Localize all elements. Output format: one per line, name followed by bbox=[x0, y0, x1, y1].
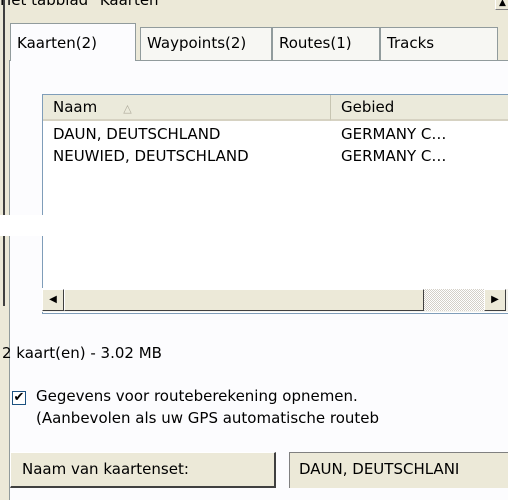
map-name: DAUN, DEUTSCHLAND bbox=[53, 125, 221, 143]
map-name: NEUWIED, DEUTSCHLAND bbox=[53, 147, 249, 165]
list-item[interactable]: NEUWIED, DEUTSCHLAND bbox=[53, 147, 249, 167]
screenshot-gap bbox=[0, 215, 508, 236]
tab-kaarten[interactable]: Kaarten(2) bbox=[10, 23, 136, 61]
list-item[interactable]: DAUN, DEUTSCHLAND bbox=[53, 125, 220, 145]
arrow-left-icon: ◀ bbox=[49, 294, 57, 305]
tab-waypoints[interactable]: Waypoints(2) bbox=[140, 27, 272, 60]
scroll-right-button[interactable]: ▶ bbox=[484, 289, 506, 311]
tab-label: Routes(1) bbox=[279, 34, 352, 52]
mapset-name-field[interactable]: DAUN, DEUTSCHLANI bbox=[289, 452, 508, 488]
column-header-label: Gebied bbox=[341, 98, 395, 116]
routing-data-checkbox[interactable]: ✔ bbox=[12, 391, 26, 405]
horizontal-scrollbar[interactable]: ◀ ▶ bbox=[42, 288, 508, 312]
tab-tracks[interactable]: Tracks bbox=[380, 27, 498, 60]
tab-label: Kaarten(2) bbox=[17, 34, 97, 52]
maps-list[interactable]: Naam △ Gebied DAUN, DEUTSCHLAND GERMANY C… bbox=[42, 94, 508, 215]
column-header-naam[interactable]: Naam △ bbox=[43, 95, 331, 121]
window-left-edge bbox=[3, 0, 5, 215]
tab-routes[interactable]: Routes(1) bbox=[272, 27, 380, 60]
scrollbar-track[interactable] bbox=[424, 289, 484, 311]
mapset-name-button[interactable]: Naam van kaartenset: bbox=[10, 452, 276, 488]
scrollbar-thumb[interactable] bbox=[64, 289, 424, 311]
sort-ascending-icon: △ bbox=[123, 102, 132, 115]
column-header-gebied[interactable]: Gebied bbox=[331, 95, 508, 121]
scroll-left-button[interactable]: ◀ bbox=[42, 289, 64, 311]
column-header-label: Naam bbox=[53, 98, 98, 116]
arrow-right-icon: ▶ bbox=[491, 294, 499, 305]
window-left-edge-lower bbox=[3, 236, 5, 306]
tab-label: Tracks bbox=[387, 34, 435, 52]
map-region: GERMANY C… bbox=[341, 147, 447, 165]
routing-data-label: Gegevens voor routeberekening opnemen. bbox=[36, 387, 358, 405]
arrow-up-icon: ▲ bbox=[499, 0, 506, 8]
check-icon: ✔ bbox=[13, 390, 25, 405]
status-text: 2 kaart(en) - 3.02 MB bbox=[2, 344, 162, 362]
window-scroll-up-button[interactable]: ▲ bbox=[495, 0, 508, 10]
routing-data-hint: (Aanbevolen als uw GPS automatische rout… bbox=[36, 409, 380, 427]
caption: Het tabblad "Kaarten" bbox=[0, 0, 166, 9]
map-region: GERMANY C… bbox=[341, 125, 447, 143]
tab-label: Waypoints(2) bbox=[147, 34, 247, 52]
